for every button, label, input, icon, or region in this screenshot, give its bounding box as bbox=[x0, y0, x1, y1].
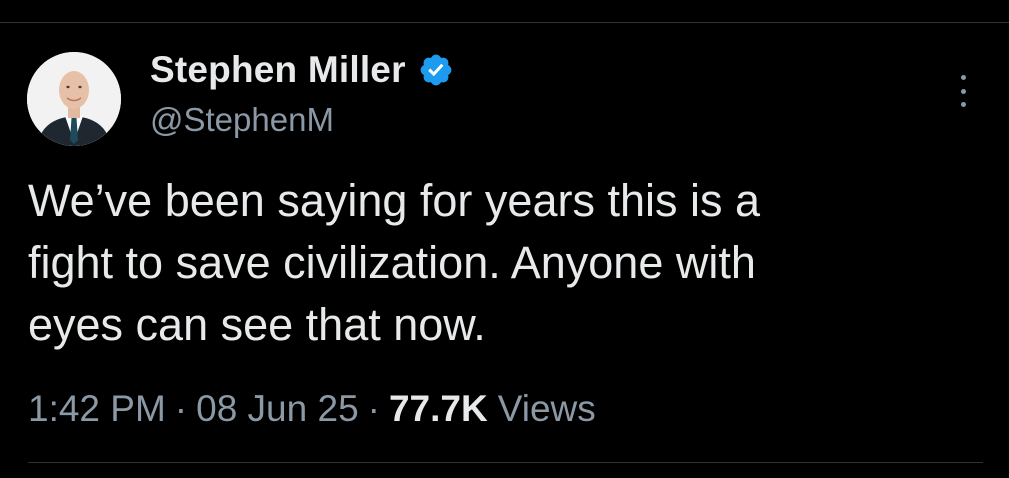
meta-separator: · bbox=[367, 388, 380, 429]
tweet-text: We’ve been saying for years this is a fi… bbox=[28, 170, 968, 356]
top-divider bbox=[0, 22, 1009, 23]
avatar-photo bbox=[27, 52, 121, 146]
verified-badge-icon[interactable] bbox=[418, 52, 454, 88]
bottom-divider bbox=[28, 462, 983, 463]
more-options-icon[interactable] bbox=[950, 73, 976, 109]
tweet-time[interactable]: 1:42 PM bbox=[28, 388, 166, 430]
more-dot bbox=[960, 102, 966, 107]
tweet-date[interactable]: 08 Jun 25 bbox=[196, 388, 359, 430]
tweet-text-line: eyes can see that now. bbox=[28, 299, 486, 350]
views-count[interactable]: 77.7K bbox=[389, 388, 488, 430]
author-handle[interactable]: @StephenM bbox=[150, 101, 334, 139]
tweet-text-line: We’ve been saying for years this is a bbox=[28, 175, 761, 226]
tweet-meta: 1:42 PM · 08 Jun 25 · 77.7K Views bbox=[28, 388, 596, 430]
more-dot bbox=[960, 88, 966, 94]
author-name-row: Stephen Miller bbox=[150, 46, 454, 94]
views-label: Views bbox=[497, 388, 596, 429]
avatar[interactable] bbox=[27, 52, 121, 146]
meta-separator: · bbox=[174, 388, 188, 429]
more-dot bbox=[960, 75, 966, 80]
tweet-text-line: fight to save civilization. Anyone with bbox=[28, 237, 756, 288]
author-display-name[interactable]: Stephen Miller bbox=[150, 49, 406, 91]
